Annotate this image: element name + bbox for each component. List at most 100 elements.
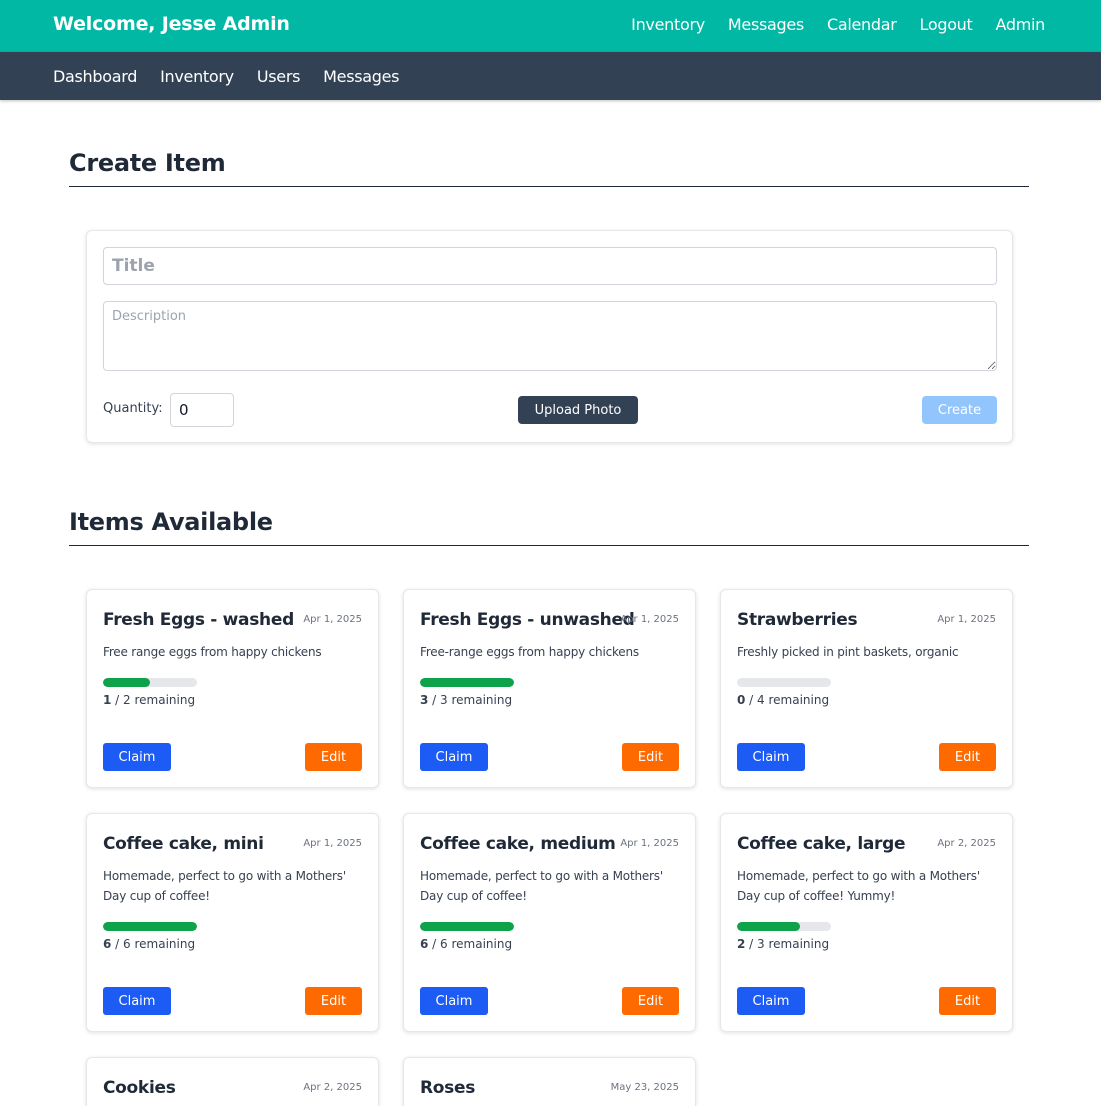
total-number: 6 (440, 937, 448, 951)
availability-bar-fill (420, 678, 514, 687)
availability-bar (737, 678, 831, 687)
availability-bar-fill (737, 922, 800, 931)
claim-button[interactable]: Claim (420, 987, 488, 1015)
items-available-heading: Items Available (69, 508, 1029, 546)
edit-button[interactable]: Edit (622, 743, 679, 771)
admin-subnav: Dashboard Inventory Users Messages (53, 67, 400, 86)
total-number: 3 (440, 693, 448, 707)
item-card: Strawberries Apr 1, 2025 Freshly picked … (720, 589, 1013, 788)
availability-bar (103, 922, 197, 931)
item-title: Fresh Eggs - washed (103, 610, 294, 630)
subnav-users[interactable]: Users (257, 67, 301, 86)
item-card: Fresh Eggs - unwashed Apr 1, 2025 Free-r… (403, 589, 696, 788)
claim-button[interactable]: Claim (420, 743, 488, 771)
item-date: Apr 1, 2025 (620, 838, 679, 849)
remaining-number: 6 (103, 937, 112, 951)
subnav-dashboard[interactable]: Dashboard (53, 67, 137, 86)
create-button[interactable]: Create (922, 396, 997, 424)
remaining-number: 3 (420, 693, 429, 707)
item-title: Coffee cake, mini (103, 834, 264, 854)
total-number: 6 (123, 937, 131, 951)
claim-button[interactable]: Claim (103, 987, 171, 1015)
item-card: Roses May 23, 2025 (403, 1057, 696, 1106)
quantity-label: Quantity: (103, 401, 163, 416)
welcome-text: Welcome, Jesse Admin (53, 13, 290, 35)
remaining-number: 2 (737, 937, 746, 951)
total-number: 2 (123, 693, 131, 707)
item-title: Fresh Eggs - unwashed (420, 610, 635, 630)
remaining-label: remaining (451, 693, 513, 707)
remaining-count: 3 / 3 remaining (420, 693, 513, 707)
top-nav-calendar[interactable]: Calendar (827, 15, 897, 34)
create-item-heading: Create Item (69, 149, 1029, 187)
edit-button[interactable]: Edit (939, 743, 996, 771)
total-number: 3 (757, 937, 765, 951)
item-title: Strawberries (737, 610, 858, 630)
item-title: Coffee cake, medium (420, 834, 616, 854)
title-input[interactable] (103, 247, 997, 285)
item-title: Coffee cake, large (737, 834, 906, 854)
create-item-form: Quantity: Upload Photo Create (86, 230, 1013, 443)
remaining-number: 1 (103, 693, 112, 707)
item-date: Apr 2, 2025 (937, 838, 996, 849)
remaining-label: remaining (451, 937, 513, 951)
remaining-count: 2 / 3 remaining (737, 937, 830, 951)
item-description: Free range eggs from happy chickens (103, 645, 322, 659)
remaining-count: 6 / 6 remaining (420, 937, 513, 951)
availability-bar (420, 678, 514, 687)
item-card: Coffee cake, medium Apr 1, 2025 Homemade… (403, 813, 696, 1032)
item-card: Fresh Eggs - washed Apr 1, 2025 Free ran… (86, 589, 379, 788)
claim-button[interactable]: Claim (737, 987, 805, 1015)
remaining-label: remaining (134, 693, 196, 707)
total-number: 4 (757, 693, 765, 707)
claim-button[interactable]: Claim (737, 743, 805, 771)
item-card: Coffee cake, large Apr 2, 2025 Homemade,… (720, 813, 1013, 1032)
edit-button[interactable]: Edit (939, 987, 996, 1015)
quantity-input[interactable] (170, 393, 234, 427)
availability-bar (420, 922, 514, 931)
item-card: Cookies Apr 2, 2025 (86, 1057, 379, 1106)
remaining-label: remaining (134, 937, 196, 951)
item-description: Homemade, perfect to go with a Mothers' … (737, 869, 980, 903)
description-input[interactable] (103, 301, 997, 371)
item-date: Apr 2, 2025 (303, 1082, 362, 1093)
top-nav-admin[interactable]: Admin (996, 15, 1046, 34)
availability-bar-fill (103, 922, 197, 931)
item-title: Roses (420, 1078, 476, 1098)
availability-bar-fill (103, 678, 150, 687)
item-description: Freshly picked in pint baskets, organic (737, 645, 959, 659)
top-header: Welcome, Jesse Admin Inventory Messages … (0, 0, 1101, 52)
remaining-count: 0 / 4 remaining (737, 693, 830, 707)
item-date: Apr 1, 2025 (620, 614, 679, 625)
top-nav-inventory[interactable]: Inventory (631, 15, 705, 34)
admin-subnav-bar: Dashboard Inventory Users Messages (0, 52, 1101, 100)
item-card: Coffee cake, mini Apr 1, 2025 Homemade, … (86, 813, 379, 1032)
edit-button[interactable]: Edit (305, 987, 362, 1015)
item-title: Cookies (103, 1078, 176, 1098)
claim-button[interactable]: Claim (103, 743, 171, 771)
availability-bar-fill (420, 922, 514, 931)
availability-bar (103, 678, 197, 687)
top-nav-logout[interactable]: Logout (920, 15, 973, 34)
subnav-messages[interactable]: Messages (323, 67, 399, 86)
remaining-label: remaining (768, 937, 830, 951)
item-date: May 23, 2025 (610, 1082, 679, 1093)
remaining-label: remaining (768, 693, 830, 707)
item-description: Free-range eggs from happy chickens (420, 645, 639, 659)
remaining-count: 1 / 2 remaining (103, 693, 196, 707)
edit-button[interactable]: Edit (305, 743, 362, 771)
top-nav-messages[interactable]: Messages (728, 15, 804, 34)
item-date: Apr 1, 2025 (303, 614, 362, 625)
upload-photo-button[interactable]: Upload Photo (518, 396, 638, 424)
item-date: Apr 1, 2025 (937, 614, 996, 625)
edit-button[interactable]: Edit (622, 987, 679, 1015)
availability-bar (737, 922, 831, 931)
top-nav: Inventory Messages Calendar Logout Admin (631, 15, 1045, 34)
item-date: Apr 1, 2025 (303, 838, 362, 849)
remaining-count: 6 / 6 remaining (103, 937, 196, 951)
remaining-number: 6 (420, 937, 429, 951)
item-description: Homemade, perfect to go with a Mothers' … (103, 869, 346, 903)
item-description: Homemade, perfect to go with a Mothers' … (420, 869, 663, 903)
subnav-inventory[interactable]: Inventory (160, 67, 234, 86)
remaining-number: 0 (737, 693, 746, 707)
